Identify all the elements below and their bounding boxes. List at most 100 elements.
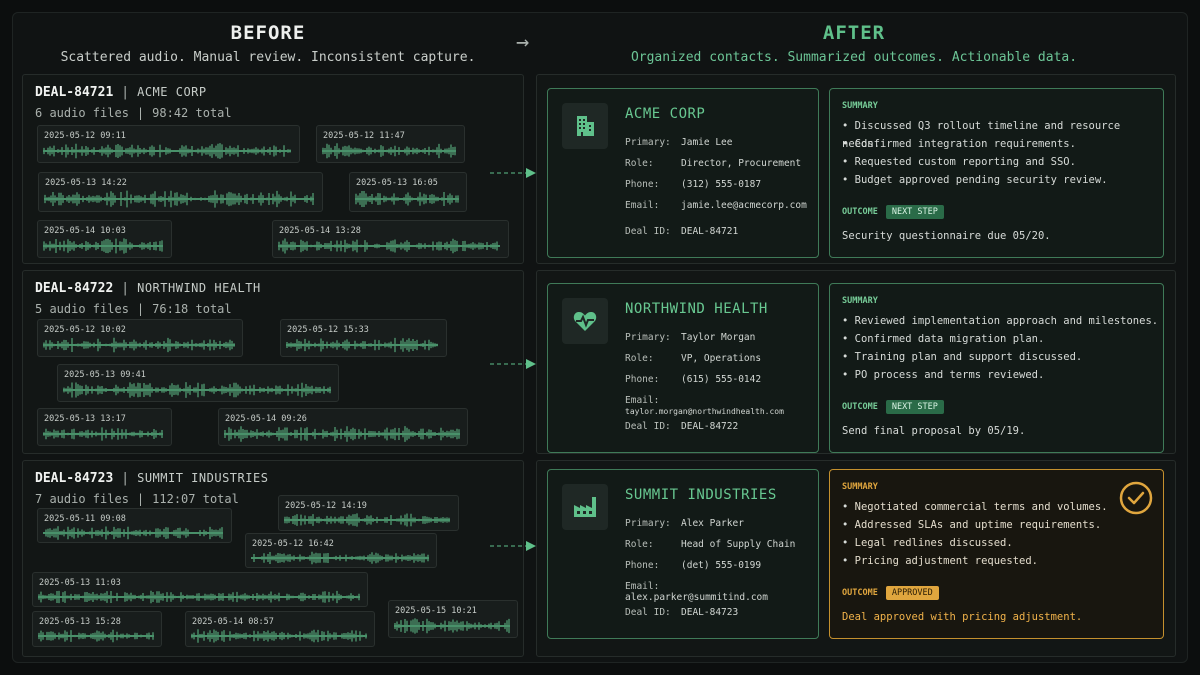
deal-panel: DEAL-84723 | SUMMIT INDUSTRIES 7 audio fil… xyxy=(22,460,524,657)
audio-clip[interactable]: 2025-05-12 10:02 xyxy=(37,319,243,357)
audio-clip[interactable]: 2025-05-14 08:57 xyxy=(185,611,375,647)
clip-timestamp: 2025-05-12 16:42 xyxy=(252,539,334,549)
factory-icon xyxy=(562,484,608,530)
audio-clip[interactable]: 2025-05-13 13:17 xyxy=(37,408,172,446)
status-badge: NEXT STEP xyxy=(885,400,944,414)
summary-card[interactable]: SUMMARY Reviewed implementation approach… xyxy=(829,283,1164,453)
outcome-label: OUTCOME xyxy=(842,207,878,217)
total-duration: 112:07 total xyxy=(152,492,239,506)
audio-clip[interactable]: 2025-05-13 15:28 xyxy=(32,611,162,647)
clip-timestamp: 2025-05-14 13:28 xyxy=(279,226,361,236)
audio-clip[interactable]: 2025-05-14 13:28 xyxy=(272,220,509,258)
primary-row: Primary: Taylor Morgan xyxy=(625,332,755,343)
summary-item: Requested custom reporting and SSO. xyxy=(842,153,1163,171)
summary-card[interactable]: SUMMARY Discussed Q3 rollout timeline an… xyxy=(829,88,1164,258)
field-label: Phone: xyxy=(625,179,660,190)
audio-clip[interactable]: 2025-05-14 09:26 xyxy=(218,408,468,446)
clip-timestamp: 2025-05-14 08:57 xyxy=(192,617,274,627)
status-badge: NEXT STEP xyxy=(885,205,944,219)
audio-clip[interactable]: 2025-05-12 09:11 xyxy=(37,125,300,163)
deal-id: DEAL-84721 xyxy=(35,85,114,100)
summary-item: Discussed Q3 rollout timeline and resour… xyxy=(842,117,1163,150)
after-title: AFTER xyxy=(822,22,886,44)
summary-list: Reviewed implementation approach and mil… xyxy=(842,312,1158,384)
summary-item: Addressed SLAs and uptime requirements. xyxy=(842,516,1108,534)
deal-file-count: 7 audio files | 112:07 total xyxy=(35,492,239,506)
after-header: AFTER Organized contacts. Summarized out… xyxy=(536,22,1172,65)
total-duration: 76:18 total xyxy=(152,302,232,316)
contact-phone: (det) 555-0199 xyxy=(681,560,762,571)
audio-clip[interactable]: 2025-05-13 14:22 xyxy=(38,172,323,212)
field-label: Email: xyxy=(625,581,660,592)
waveform xyxy=(355,191,459,207)
clip-timestamp: 2025-05-13 09:41 xyxy=(64,370,146,380)
clip-timestamp: 2025-05-14 09:26 xyxy=(225,414,307,424)
email-row: Email:taylor.morgan@northwindhealth.com xyxy=(625,395,818,417)
before-subtitle: Scattered audio. Manual review. Inconsis… xyxy=(60,50,476,65)
clip-timestamp: 2025-05-14 10:03 xyxy=(44,226,126,236)
audio-clip[interactable]: 2025-05-12 11:47 xyxy=(316,125,465,163)
deal-panel: DEAL-84721 | ACME CORP 6 audio files | 98:42… xyxy=(22,74,524,264)
contact-email: jamie.lee@acmecorp.com xyxy=(681,200,807,211)
audio-clip[interactable]: 2025-05-12 14:19 xyxy=(278,495,459,531)
primary-row: Primary: Alex Parker xyxy=(625,518,744,529)
contact-email: taylor.morgan@northwindhealth.com xyxy=(625,407,784,416)
summary-item: Confirmed integration requirements. xyxy=(842,135,1163,153)
contact-card[interactable]: ACME CORP Primary: Jamie Lee Role: Directo… xyxy=(547,88,819,258)
outcome-label: OUTCOME xyxy=(842,588,878,598)
deal-company: NORTHWIND HEALTH xyxy=(137,281,261,295)
outcome-row: OUTCOME NEXT STEP xyxy=(842,205,944,219)
contact-role: Head of Supply Chain xyxy=(681,539,796,550)
field-label: Deal ID: xyxy=(625,421,671,432)
field-label: Role: xyxy=(625,158,654,169)
deal-id: DEAL-84723 xyxy=(35,471,114,486)
outcome-text: Send final proposal by 05/19. xyxy=(842,425,1026,437)
contact-card[interactable]: NORTHWIND HEALTH Primary: Taylor Morgan R… xyxy=(547,283,819,453)
field-label: Phone: xyxy=(625,560,660,571)
field-label: Email: xyxy=(625,200,660,211)
audio-clip[interactable]: 2025-05-13 09:41 xyxy=(57,364,339,402)
clip-timestamp: 2025-05-15 10:21 xyxy=(395,606,477,616)
waveform xyxy=(286,337,438,353)
contact-card[interactable]: SUMMIT INDUSTRIES Primary: Alex Parker Ro… xyxy=(547,469,819,639)
deal-panel: DEAL-84722 | NORTHWIND HEALTH 5 audio file… xyxy=(22,270,524,454)
summary-label: SUMMARY xyxy=(842,482,878,492)
deal-file-count: 6 audio files | 98:42 total xyxy=(35,106,232,120)
audio-clip[interactable]: 2025-05-12 16:42 xyxy=(245,533,437,568)
waveform xyxy=(278,238,500,254)
deal-id-value: DEAL-84721 xyxy=(681,226,739,237)
clip-timestamp: 2025-05-13 13:17 xyxy=(44,414,126,424)
waveform xyxy=(43,143,291,159)
contact-email: alex.parker@summitind.com xyxy=(625,592,768,603)
status-badge: APPROVED xyxy=(885,586,939,600)
primary-row: Primary: Jamie Lee xyxy=(625,137,732,148)
audio-clip[interactable]: 2025-05-11 09:08 xyxy=(37,508,232,543)
contact-role: VP, Operations xyxy=(681,353,762,364)
audio-clip[interactable]: 2025-05-13 11:03 xyxy=(32,572,368,607)
summary-card-approved[interactable]: SUMMARY Negotiated commercial terms and … xyxy=(829,469,1164,639)
waveform xyxy=(38,629,154,643)
file-count: 5 audio files xyxy=(35,302,129,316)
audio-clip[interactable]: 2025-05-14 10:03 xyxy=(37,220,172,258)
summary-item: Reviewed implementation approach and mil… xyxy=(842,312,1158,330)
field-label: Role: xyxy=(625,353,654,364)
summary-list: Discussed Q3 rollout timeline and resour… xyxy=(842,117,1163,189)
deal-id-value: DEAL-84722 xyxy=(681,421,739,432)
summary-item: Negotiated commercial terms and volumes. xyxy=(842,498,1108,516)
check-circle-icon xyxy=(1119,481,1153,515)
file-count: 6 audio files xyxy=(35,106,129,120)
outcome-row: OUTCOME NEXT STEP xyxy=(842,400,944,414)
field-label: Primary: xyxy=(625,518,671,529)
audio-clip[interactable]: 2025-05-13 16:05 xyxy=(349,172,467,212)
audio-clip[interactable]: 2025-05-15 10:21 xyxy=(388,600,518,638)
summary-item: PO process and terms reviewed. xyxy=(842,366,1158,384)
audio-clip[interactable]: 2025-05-12 15:33 xyxy=(280,319,447,357)
company-name: SUMMIT INDUSTRIES xyxy=(625,487,777,503)
contact-role: Director, Procurement xyxy=(681,158,802,169)
clip-timestamp: 2025-05-13 11:03 xyxy=(39,578,121,588)
email-row: Email: jamie.lee@acmecorp.com xyxy=(625,200,807,211)
company-name: ACME CORP xyxy=(625,106,706,122)
building-icon xyxy=(562,103,608,149)
deal-file-count: 5 audio files | 76:18 total xyxy=(35,302,232,316)
before-title: BEFORE xyxy=(230,22,306,44)
